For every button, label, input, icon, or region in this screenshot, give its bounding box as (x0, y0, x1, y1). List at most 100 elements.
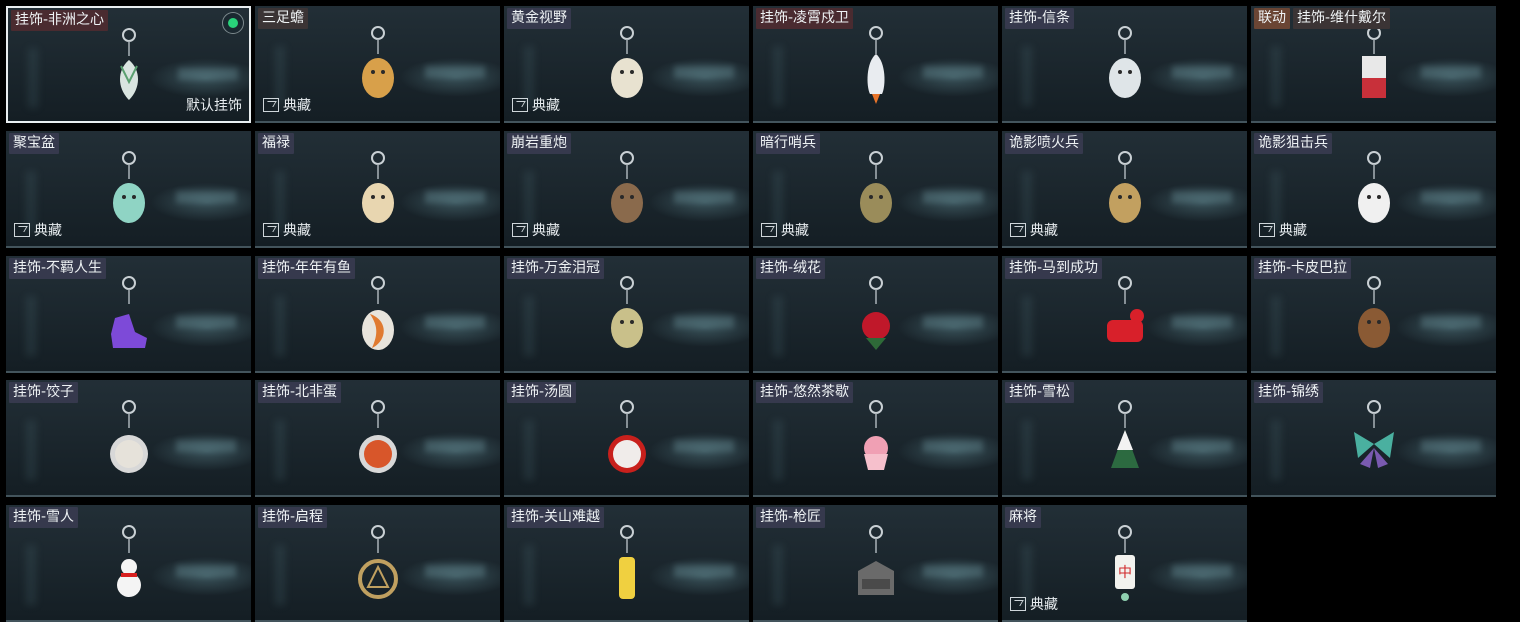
default-charm-label: 默认挂饰 (186, 98, 242, 114)
charm-name: 挂饰-枪匠 (756, 507, 826, 529)
charm-label-row: 挂饰-绒花 (756, 257, 826, 279)
charm-card[interactable]: 挂饰-关山难越 (504, 505, 749, 622)
collection-icon (1259, 222, 1275, 237)
charm-name: 挂饰-维什戴尔 (1293, 8, 1391, 29)
charm-label-row: 挂饰-启程 (258, 507, 328, 529)
butterfly-icon (1344, 398, 1404, 480)
charm-name: 挂饰-锦绣 (1254, 382, 1324, 404)
collection-icon (14, 222, 30, 237)
charm-card[interactable]: 聚宝盆 典藏 (6, 130, 251, 248)
charm-card[interactable]: 挂饰-汤圆 (504, 380, 749, 498)
svg-text:中: 中 (1118, 565, 1132, 581)
tangyuan-bowl-icon (597, 398, 657, 480)
charm-card[interactable]: 挂饰-不羁人生 (6, 255, 251, 373)
charm-card[interactable]: 诡影狙击兵典藏 (1251, 130, 1496, 248)
rarity-badge: 典藏 (1010, 220, 1058, 240)
gold-ball-icon (597, 274, 657, 356)
charm-label-row: 挂饰-汤圆 (507, 382, 577, 404)
red-box-icon (1344, 24, 1404, 106)
medallion-icon (348, 523, 408, 605)
charm-name: 挂饰-万金泪冠 (507, 257, 605, 279)
charm-card[interactable]: 诡影喷火兵 典藏 (1002, 130, 1247, 248)
charm-card[interactable]: 挂饰-万金泪冠 (504, 255, 749, 373)
charm-label-row: 麻将 (1005, 507, 1041, 529)
charm-label-row: 挂饰-马到成功 (1005, 257, 1103, 279)
rarity-label: 典藏 (283, 98, 311, 114)
charm-card[interactable]: 挂饰-年年有鱼 (255, 255, 500, 373)
charm-card[interactable]: 挂饰-启程 (255, 505, 500, 622)
charm-label-row: 挂饰-年年有鱼 (258, 257, 356, 279)
rarity-label: 典藏 (1030, 597, 1058, 614)
charm-card[interactable]: 挂饰-悠然茶歇 (753, 380, 998, 498)
charm-label-row: 联动 挂饰-维什戴尔 (1254, 8, 1391, 29)
rarity-badge: 典藏 (761, 220, 809, 240)
rose-icon (846, 274, 906, 356)
collection-icon (512, 98, 528, 112)
flamethrower-figure-icon (1095, 149, 1155, 231)
rarity-badge: 典藏 (512, 220, 560, 240)
charm-name: 挂饰-马到成功 (1005, 257, 1103, 279)
capybara-icon (1344, 274, 1404, 356)
charm-card[interactable]: 挂饰-饺子 (6, 380, 251, 498)
charm-name: 崩岩重炮 (507, 132, 571, 154)
charm-name: 诡影狙击兵 (1254, 132, 1332, 154)
charm-card[interactable]: 福禄 典藏 (255, 130, 500, 248)
charm-card[interactable]: 挂饰-绒花 (753, 255, 998, 373)
charm-card[interactable]: 暗行哨兵典藏 (753, 130, 998, 248)
collection-icon (263, 98, 279, 112)
charm-card[interactable]: 挂饰-锦绣 (1251, 380, 1496, 498)
rarity-label: 典藏 (283, 222, 311, 239)
charm-card[interactable]: 挂饰-卡皮巴拉 (1251, 255, 1496, 373)
pine-tree-icon (1095, 398, 1155, 480)
brown-figure-icon (597, 149, 657, 231)
charm-label-row: 挂饰-非洲之心 (11, 10, 109, 31)
charm-name: 挂饰-启程 (258, 507, 328, 529)
heart-hook-icon (99, 26, 159, 108)
charm-label-row: 挂饰-万金泪冠 (507, 257, 605, 279)
charm-card[interactable]: 挂饰-马到成功 (1002, 255, 1247, 373)
charm-label-row: 挂饰-北非蛋 (258, 382, 342, 404)
charm-name: 挂饰-非洲之心 (11, 10, 109, 31)
charm-name: 麻将 (1005, 507, 1041, 529)
charm-name: 挂饰-卡皮巴拉 (1254, 257, 1352, 279)
charm-card[interactable]: 挂饰-凌霄戍卫 (753, 6, 998, 123)
charm-card[interactable]: 挂饰-雪人 (6, 505, 251, 622)
charm-name: 三足蟾 (258, 8, 308, 29)
charm-name: 诡影喷火兵 (1005, 132, 1083, 154)
collection-icon (512, 222, 528, 237)
rarity-badge: 典藏 (1010, 594, 1058, 614)
charm-name: 挂饰-汤圆 (507, 382, 577, 404)
olive-figure-icon (846, 149, 906, 231)
rarity-label: 典藏 (1030, 222, 1058, 239)
charm-card[interactable]: 崩岩重炮典藏 (504, 130, 749, 248)
charm-card[interactable]: 三足蟾典藏 (255, 6, 500, 123)
equipped-indicator-icon (223, 13, 243, 33)
cupcake-icon (846, 398, 906, 480)
charm-name: 暗行哨兵 (756, 132, 820, 154)
charm-label-row: 崩岩重炮 (507, 132, 571, 154)
treasure-bowl-icon (99, 149, 159, 231)
fish-icon (348, 274, 408, 356)
charm-label-row: 挂饰-锦绣 (1254, 382, 1324, 404)
shakshuka-icon (348, 398, 408, 480)
charm-name: 挂饰-凌霄戍卫 (756, 8, 854, 29)
charm-label-row: 挂饰-雪松 (1005, 382, 1075, 404)
red-horse-icon (1095, 274, 1155, 356)
rarity-badge: 典藏 (1259, 220, 1307, 240)
charm-card[interactable]: 挂饰-非洲之心默认挂饰 (6, 6, 251, 123)
charm-card[interactable]: 麻将中典藏 (1002, 505, 1247, 622)
rarity-label: 典藏 (781, 222, 809, 239)
charm-grid: 挂饰-非洲之心 默认挂饰 三足蟾 典藏 黄金视野 典藏 挂饰-凌霄戍卫 挂饰-信条 联动 挂饰-维… (6, 6, 1500, 622)
charm-label-row: 聚宝盆 (9, 132, 59, 154)
rocket-icon (846, 24, 906, 106)
collab-badge: 联动 (1254, 8, 1290, 29)
charm-card[interactable]: 挂饰-信条 (1002, 6, 1247, 123)
rarity-label: 典藏 (532, 222, 560, 239)
charm-card[interactable]: 挂饰-北非蛋 (255, 380, 500, 498)
charm-card[interactable]: 挂饰-枪匠 (753, 505, 998, 622)
gold-bar-icon (597, 523, 657, 605)
charm-card[interactable]: 联动 挂饰-维什戴尔 (1251, 6, 1496, 123)
rarity-badge: 典藏 (512, 95, 560, 115)
charm-card[interactable]: 黄金视野 典藏 (504, 6, 749, 123)
charm-card[interactable]: 挂饰-雪松 (1002, 380, 1247, 498)
